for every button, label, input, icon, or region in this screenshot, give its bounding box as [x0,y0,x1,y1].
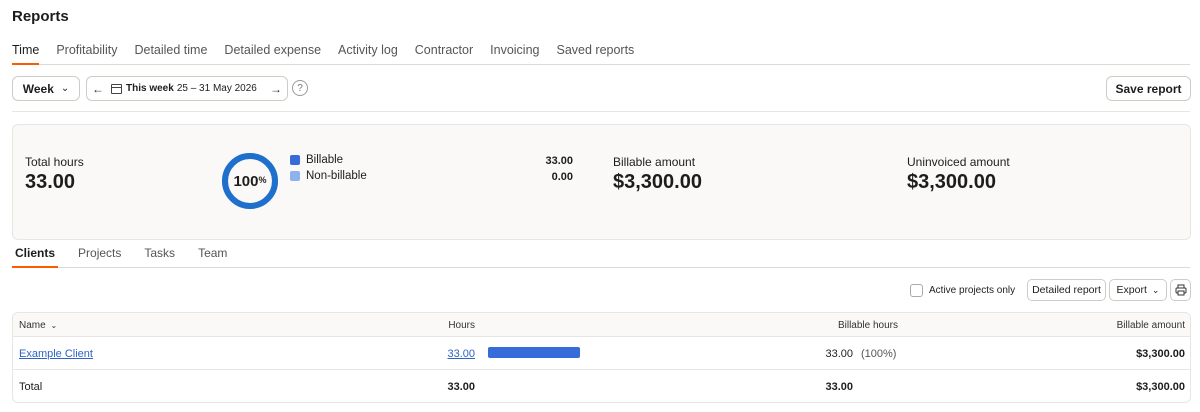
detailed-report-button[interactable]: Detailed report [1027,279,1106,301]
total-billable-amount: $3,300.00 [1136,381,1185,393]
tab-saved-reports[interactable]: Saved reports [556,42,634,64]
client-billable-hours: 33.00 [825,348,853,360]
range-label[interactable]: This week [126,83,174,94]
billable-amount-value: $3,300.00 [613,171,702,193]
tab-contractor[interactable]: Contractor [415,42,473,64]
tab-invoicing[interactable]: Invoicing [490,42,539,64]
legend-billable: Billable [290,154,343,166]
column-name[interactable]: Name ⌄ [19,320,57,331]
uninvoiced-amount-value: $3,300.00 [907,171,996,193]
table-total-row: Total 33.00 33.00 $3,300.00 [13,370,1190,402]
previous-period-arrow-icon[interactable]: ← [87,82,109,96]
printer-icon [1175,284,1186,296]
active-projects-label: Active projects only [929,285,1016,296]
chevron-down-icon: ⌄ [1151,284,1160,295]
active-projects-toggle[interactable]: Active projects only [910,284,1015,297]
billable-swatch [290,155,300,165]
donut-percent-suffix: % [258,175,267,185]
tab-profitability[interactable]: Profitability [56,42,117,64]
next-period-arrow-icon[interactable]: → [265,82,287,96]
column-billable-hours[interactable]: Billable hours [773,320,898,331]
client-hours-link[interactable]: 33.00 [393,348,475,360]
client-name-link[interactable]: Example Client [19,348,93,360]
date-range-navigator: ← This week 25 – 31 May 2026 → [86,76,288,101]
sort-chevron-icon: ⌄ [50,321,58,330]
grouping-tabs: Clients Projects Tasks Team [12,246,1190,268]
column-billable-amount[interactable]: Billable amount [1063,320,1185,331]
tab-tasks[interactable]: Tasks [141,246,178,267]
tab-activity-log[interactable]: Activity log [338,42,398,64]
donut-percent-value: 100 [233,172,259,190]
export-button[interactable]: Export ⌄ [1109,279,1167,301]
tab-time[interactable]: Time [12,42,40,65]
tab-clients[interactable]: Clients [12,246,59,268]
legend-billable-label: Billable [306,154,344,166]
range-dates[interactable]: 25 – 31 May 2026 [177,83,257,94]
tab-projects[interactable]: Projects [75,246,124,267]
chevron-down-icon: ⌄ [60,83,70,94]
column-hours[interactable]: Hours [393,320,475,331]
uninvoiced-amount-label: Uninvoiced amount [907,155,1010,169]
total-hours-value: 33.00 [25,171,76,193]
tab-team[interactable]: Team [195,246,230,267]
billable-hours-value: 33.00 [545,155,573,167]
active-projects-checkbox[interactable] [910,284,923,297]
client-billable-percent: (100%) [861,348,897,360]
donut-percent: 100% [221,152,279,210]
period-select[interactable]: Week ⌄ [12,76,80,101]
hours-bar [488,347,580,358]
total-hours: 33.00 [447,381,475,393]
tab-detailed-expense[interactable]: Detailed expense [224,42,321,64]
table-row: Example Client 33.00 33.00 (100%) $3,300… [13,337,1190,370]
total-hours-label: Total hours [25,155,84,169]
export-label: Export [1116,284,1147,296]
column-name-label: Name [19,320,46,331]
calendar-icon [111,83,122,94]
summary-panel: Total hours 33.00 100% Billable Non-bill… [12,124,1191,240]
help-icon[interactable]: ? [292,80,308,96]
print-button[interactable] [1170,279,1191,301]
save-report-button[interactable]: Save report [1106,76,1191,101]
total-billable-hours: 33.00 [825,381,853,393]
non-billable-swatch [290,171,300,181]
legend-non-billable-label: Non-billable [306,170,367,182]
total-label: Total [19,381,43,393]
report-type-tabs: Time Profitability Detailed time Detaile… [12,42,1190,65]
clients-table: Name ⌄ Hours Billable hours Billable amo… [12,312,1191,403]
table-header: Name ⌄ Hours Billable hours Billable amo… [13,313,1190,337]
tab-detailed-time[interactable]: Detailed time [134,42,207,64]
toolbar-divider [12,111,1190,112]
legend-non-billable: Non-billable [290,170,367,182]
client-billable-amount: $3,300.00 [1136,348,1185,360]
billable-amount-label: Billable amount [613,155,696,169]
page-title: Reports [12,8,69,25]
period-label: Week [22,81,54,96]
non-billable-hours-value: 0.00 [551,171,573,183]
